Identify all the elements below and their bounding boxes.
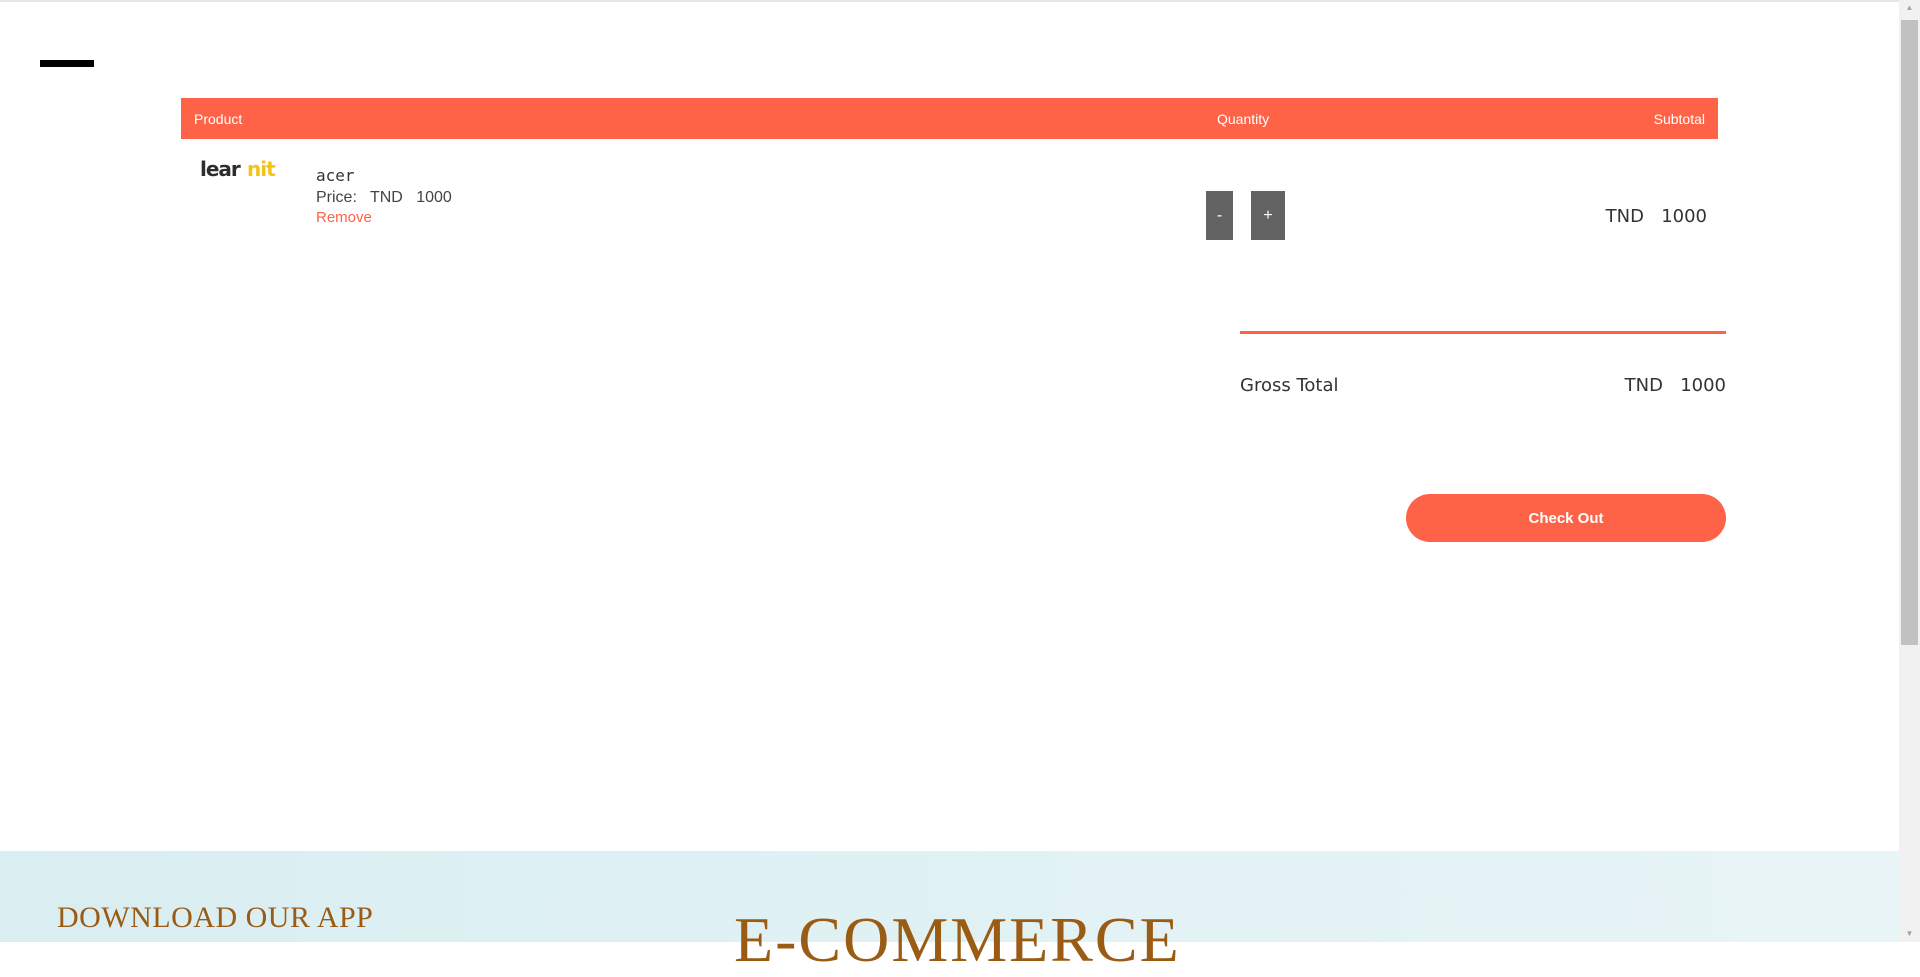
gross-total-value: TND 1000 [1625, 375, 1726, 396]
top-border [0, 0, 1899, 2]
price-value: 1000 [416, 189, 452, 206]
download-app-heading: DOWNLOAD OUR APP [57, 901, 374, 934]
product-image-logo: lear nit [200, 157, 277, 181]
gross-currency: TND [1624, 375, 1663, 396]
column-header-product: Product [194, 111, 243, 127]
summary-divider [1240, 331, 1726, 334]
scroll-down-arrow-icon[interactable]: ▼ [1899, 926, 1920, 942]
increase-quantity-button[interactable]: + [1251, 191, 1285, 240]
column-header-subtotal: Subtotal [1653, 111, 1705, 127]
price-label: Price: [316, 189, 357, 206]
gross-amount: 1000 [1680, 375, 1726, 396]
svg-text:nit: nit [247, 157, 276, 181]
scroll-up-arrow-icon[interactable]: ▲ [1899, 0, 1920, 16]
subtotal-value: 1000 [1661, 206, 1707, 227]
gross-total-label: Gross Total [1240, 375, 1339, 396]
price-currency: TND [369, 189, 403, 206]
checkout-button[interactable]: Check Out [1406, 494, 1726, 542]
svg-text:lear: lear [200, 157, 241, 181]
footer: DOWNLOAD OUR APP E-COMMERCE [0, 851, 1899, 975]
item-subtotal: TND 1000 [1606, 206, 1707, 227]
scrollbar-thumb[interactable] [1901, 20, 1918, 645]
hamburger-menu-icon[interactable] [40, 60, 94, 67]
footer-brand-title: E-COMMERCE [734, 904, 1181, 975]
vertical-scrollbar[interactable]: ▲ ▼ [1899, 0, 1920, 942]
column-header-quantity: Quantity [1217, 111, 1270, 127]
remove-link[interactable]: Remove [316, 209, 372, 226]
subtotal-currency: TND [1605, 206, 1644, 227]
decrease-quantity-button[interactable]: - [1206, 191, 1233, 240]
product-price: Price: TND 1000 [316, 189, 452, 207]
product-name: acer [316, 166, 355, 185]
cart-table-header: Product Quantity Subtotal [181, 98, 1718, 139]
